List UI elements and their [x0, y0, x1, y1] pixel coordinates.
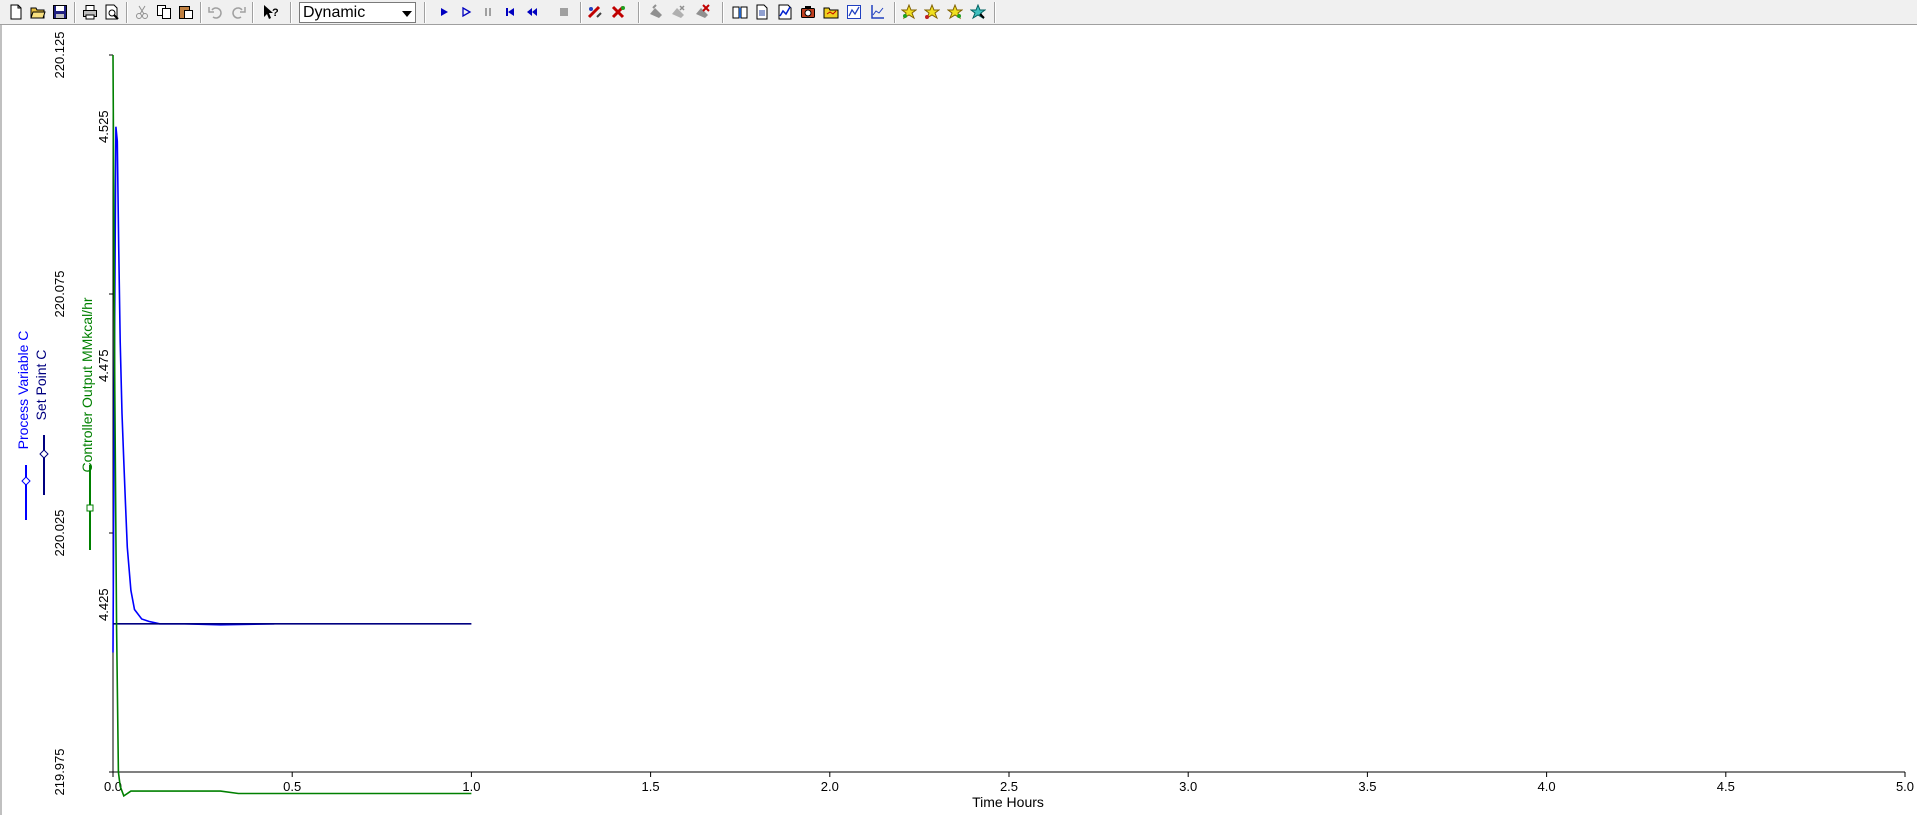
- rewind-start-icon[interactable]: [500, 2, 520, 22]
- x-tick-label: 4.0: [1538, 779, 1556, 794]
- tool-gray-b-icon[interactable]: [668, 2, 688, 22]
- chart-blue-icon[interactable]: [775, 2, 795, 22]
- tool-red-b-icon[interactable]: [608, 2, 628, 22]
- y-tick-label-controller: 4.525: [96, 110, 111, 143]
- toolbar-separator: [638, 2, 640, 23]
- stop-icon[interactable]: [554, 2, 574, 22]
- y-tick-label-temperature: 220.075: [52, 271, 67, 318]
- folder-yellow-icon[interactable]: [821, 2, 841, 22]
- x-tick-label: 2.5: [1000, 779, 1018, 794]
- print-preview-icon[interactable]: [102, 2, 122, 22]
- paste-icon[interactable]: [176, 2, 196, 22]
- star-d-icon[interactable]: [968, 2, 988, 22]
- run-icon[interactable]: [434, 2, 454, 22]
- tool-red-a-icon[interactable]: [585, 2, 605, 22]
- toolbar-separator: [994, 2, 996, 23]
- rewind-icon[interactable]: [522, 2, 542, 22]
- legend-marker-square: [86, 504, 94, 512]
- print-icon[interactable]: [80, 2, 100, 22]
- cut-icon[interactable]: [132, 2, 152, 22]
- x-tick-label: 3.5: [1358, 779, 1376, 794]
- new-file-icon[interactable]: [6, 2, 26, 22]
- x-tick-label: 2.0: [821, 779, 839, 794]
- legend-label: Controller Output MMkcal/hr: [79, 297, 95, 472]
- open-folder-icon[interactable]: [28, 2, 48, 22]
- x-tick-label: 1.0: [462, 779, 480, 794]
- x-tick-label: 3.0: [1179, 779, 1197, 794]
- axis-icon[interactable]: [867, 2, 887, 22]
- redo-icon[interactable]: [228, 2, 248, 22]
- toolbar-separator: [580, 2, 582, 23]
- star-a-icon[interactable]: [899, 2, 919, 22]
- save-disk-icon[interactable]: [50, 2, 70, 22]
- legend-marker-diamond: [21, 476, 31, 486]
- y-tick-label-controller: 4.475: [96, 349, 111, 382]
- tool-gray-a-icon[interactable]: [646, 2, 666, 22]
- series-line: [112, 54, 472, 798]
- toolbar-separator: [126, 2, 128, 23]
- x-tick-label: 1.5: [642, 779, 660, 794]
- toolbar-separator: [424, 2, 426, 23]
- x-axis-label: Time Hours: [972, 794, 1044, 810]
- mode-select[interactable]: Dynamic: [299, 2, 416, 23]
- strip-chart: 0.0 0.5 1.0 1.5 2.0 2.5 3.0 3.5 4.0 4.5 5.0Time Ho…: [0, 25, 1914, 815]
- y-tick-label-temperature: 220.125: [52, 32, 67, 79]
- document-icon[interactable]: [752, 2, 772, 22]
- mode-select-value: Dynamic: [303, 4, 366, 21]
- strip-chart-area[interactable]: 0.0 0.5 1.0 1.5 2.0 2.5 3.0 3.5 4.0 4.5 5.0 Time Ho…: [0, 25, 1917, 815]
- toolbar-separator: [252, 2, 254, 23]
- toolbar-separator: [74, 2, 76, 23]
- toolbar-separator: [894, 2, 896, 23]
- toolbar: ? Dynamic: [0, 0, 1917, 25]
- legend-label: Set Point C: [33, 350, 49, 421]
- toolbar-separator: [290, 2, 292, 23]
- toolbar-separator: [722, 2, 724, 23]
- star-c-icon[interactable]: [945, 2, 965, 22]
- help-pointer-icon[interactable]: ?: [260, 2, 280, 22]
- x-tick-label: 5.0: [1896, 779, 1914, 794]
- copy-icon[interactable]: [154, 2, 174, 22]
- toolbar-separator: [200, 2, 202, 23]
- book-icon[interactable]: [730, 2, 750, 22]
- pause-icon[interactable]: [478, 2, 498, 22]
- x-tick-label: 4.5: [1717, 779, 1735, 794]
- y-tick-label-temperature: 219.975: [52, 749, 67, 796]
- x-tick-label: 0.5: [283, 779, 301, 794]
- tool-red-c-icon[interactable]: [692, 2, 712, 22]
- legend-marker-diamond: [39, 449, 49, 459]
- chevron-down-icon[interactable]: [402, 11, 412, 17]
- trend-icon[interactable]: [844, 2, 864, 22]
- series-line: [112, 126, 275, 653]
- y-tick-label-temperature: 220.025: [52, 510, 67, 557]
- undo-icon[interactable]: [206, 2, 226, 22]
- step-icon[interactable]: [456, 2, 476, 22]
- y-tick-label-controller: 4.425: [96, 588, 111, 621]
- legend-label: Process Variable C: [15, 331, 31, 450]
- camera-icon[interactable]: [798, 2, 818, 22]
- star-b-icon[interactable]: [922, 2, 942, 22]
- svg-text:?: ?: [272, 7, 278, 19]
